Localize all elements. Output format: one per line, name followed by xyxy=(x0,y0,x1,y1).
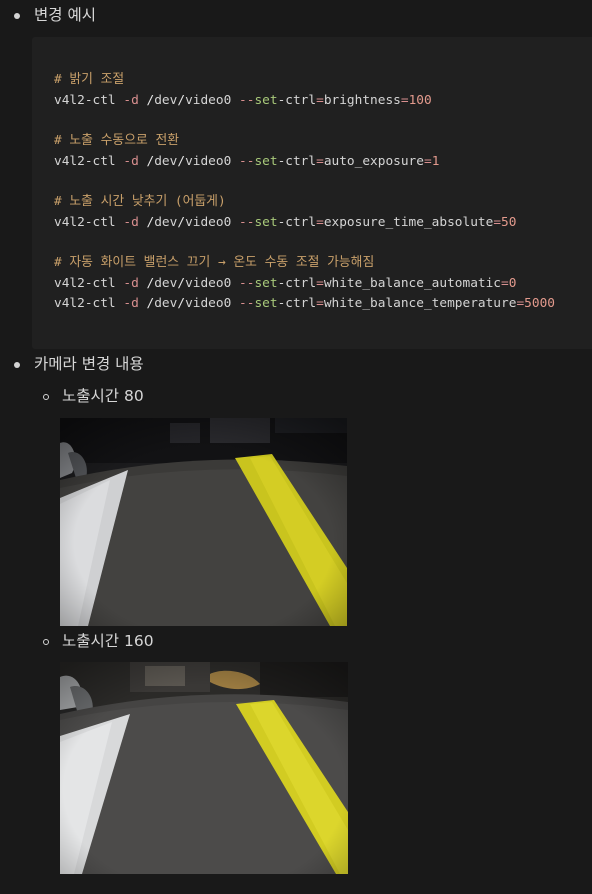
hollow-bullet-icon xyxy=(43,394,49,400)
section-label-camera-changes: 카메라 변경 내용 xyxy=(34,355,144,373)
code-block[interactable]: # 밝기 조절 v4l2-ctl -d /dev/video0 --set-ct… xyxy=(32,37,592,349)
section-label-change-example: 변경 예시 xyxy=(34,6,96,24)
bullet-icon xyxy=(14,13,20,19)
code-comment: # 노출 시간 낮추기 (어둡게) xyxy=(54,194,226,209)
code-comment: # 자동 화이트 밸런스 끄기 → 온도 수동 조절 가능해짐 xyxy=(54,255,375,270)
bullet-icon xyxy=(14,362,20,368)
code-comment: # 밝기 조절 xyxy=(54,72,125,87)
camera-photo-exposure-160 xyxy=(60,662,348,874)
code-command: v4l2-ctl -d /dev/video0 --set-ctrl=auto_… xyxy=(54,154,440,169)
code-command: v4l2-ctl -d /dev/video0 --set-ctrl=white… xyxy=(54,276,517,291)
camera-photo-exposure-80 xyxy=(60,418,347,626)
code-command: v4l2-ctl -d /dev/video0 --set-ctrl=brigh… xyxy=(54,93,432,108)
code-comment: # 노출 수동으로 전환 xyxy=(54,133,180,148)
code-command: v4l2-ctl -d /dev/video0 --set-ctrl=expos… xyxy=(54,215,517,230)
code-command: v4l2-ctl -d /dev/video0 --set-ctrl=white… xyxy=(54,296,555,311)
sub-label-exposure-160: 노출시간 160 xyxy=(62,632,154,650)
hollow-bullet-icon xyxy=(43,639,49,645)
sub-label-exposure-80: 노출시간 80 xyxy=(62,387,144,405)
